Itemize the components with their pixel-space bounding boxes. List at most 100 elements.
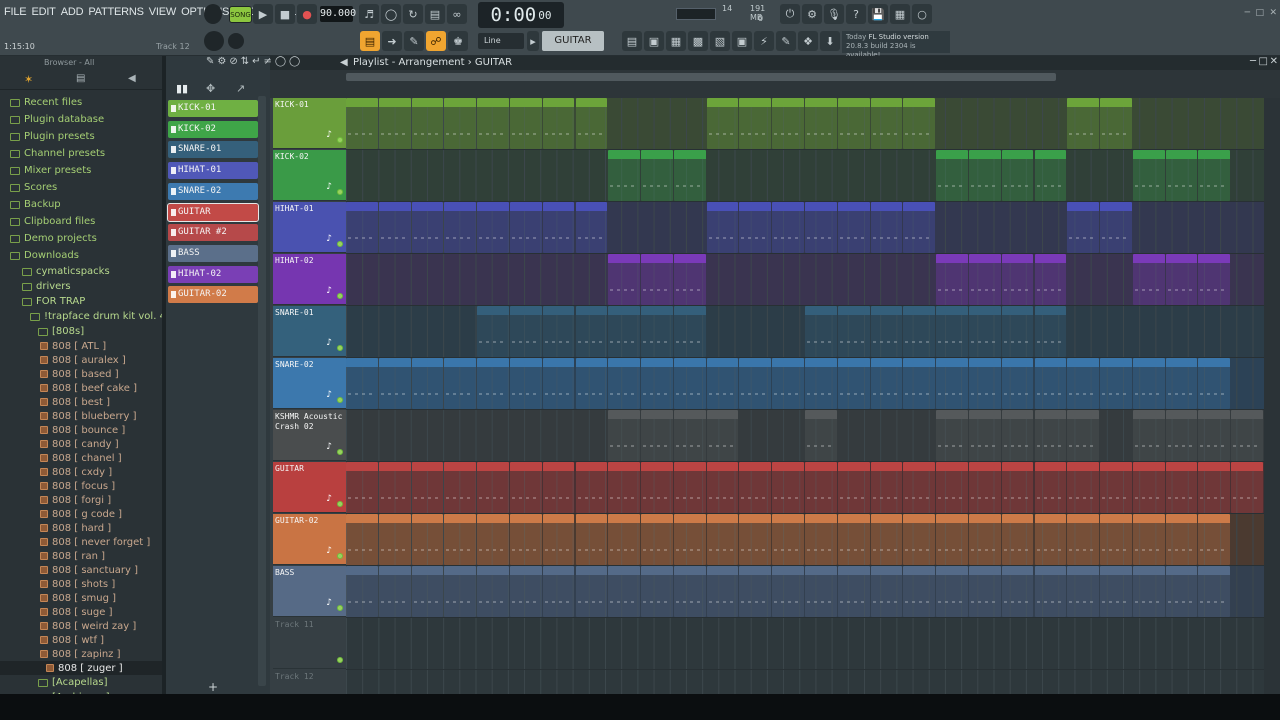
browser-item[interactable]: 808 [ forgi ] (0, 493, 162, 507)
pattern-clip[interactable]: HIH - 01 (903, 202, 936, 253)
browser-item[interactable]: Channel presets (0, 145, 162, 162)
pattern-clip[interactable]: HIH - 01 (837, 202, 870, 253)
pattern-clip[interactable]: HI (1001, 254, 1034, 305)
pattern-clip[interactable]: BASS (641, 566, 673, 617)
pattern-clip[interactable]: KI - 02 (608, 150, 641, 201)
pattern-clip[interactable]: HIH - 01 (477, 202, 509, 253)
menu-add[interactable]: ADD (61, 6, 84, 18)
pattern-clip[interactable]: GUITAR - 02 (608, 514, 641, 565)
pattern-clip[interactable]: BASS (444, 566, 477, 617)
pattern-clip[interactable]: KS - 05 (641, 410, 673, 461)
pattern-clip[interactable]: GUITAR (1067, 462, 1100, 513)
pattern-clip[interactable]: KI - 01 (444, 98, 477, 149)
pattern-clip[interactable]: GUITAR - 02 (509, 514, 542, 565)
tempo-display[interactable]: 90.000 (320, 6, 356, 22)
track-lane[interactable]: BASS BASS BASS BASS BASS BASS BASS BASS BASS BASS… (346, 566, 1264, 618)
track-mute-led[interactable] (337, 241, 343, 247)
browser-item[interactable]: 808 [ shots ] (0, 577, 162, 591)
track-lane[interactable]: SN - 02 SN - 02 SN - 02 SN - 02 SN - 02 SN - … (346, 358, 1264, 410)
pattern-clip[interactable]: KI - 02 (1034, 150, 1067, 201)
picker-pattern-icon[interactable]: ▮▮ (176, 82, 188, 95)
browser-item[interactable]: Mixer presets (0, 162, 162, 179)
pattern-clip[interactable]: GUITAR (1132, 462, 1165, 513)
pattern-clip[interactable]: HIH - 01 (378, 202, 411, 253)
track-header[interactable]: HIHAT-01 ♪ (273, 202, 346, 253)
pattern-clip[interactable]: SN - 01 (805, 306, 837, 357)
save-icon[interactable]: 💾 (868, 4, 888, 24)
pattern-clip[interactable]: KI - 02 (936, 150, 968, 201)
browser-item[interactable]: 808 [ never forget ] (0, 535, 162, 549)
playlist-maximize-icon[interactable]: □ (1259, 56, 1268, 67)
pattern-clip[interactable]: HI (1132, 254, 1165, 305)
pattern-clip[interactable]: SN - 01 (903, 306, 936, 357)
browser-item[interactable]: 808 [ cxdy ] (0, 465, 162, 479)
pattern-clip[interactable]: GUITAR - 02 (805, 514, 837, 565)
menu-file[interactable]: FILE (4, 6, 27, 18)
browser-item[interactable]: 808 [ hard ] (0, 521, 162, 535)
pattern-clip[interactable]: KS - 05 (1198, 410, 1231, 461)
browser-item[interactable]: FOR TRAP (0, 294, 162, 309)
browser-item[interactable]: Clipboard files (0, 213, 162, 230)
track-mute-led[interactable] (337, 501, 343, 507)
window-restore-icon[interactable]: □ (1255, 8, 1264, 18)
pattern-clip[interactable]: SN - 02 (1165, 358, 1198, 409)
pattern-clip[interactable]: HIH - 01 (870, 202, 903, 253)
master-pitch-knob[interactable] (228, 33, 244, 49)
pattern-clip[interactable]: HIH - 01 (772, 202, 804, 253)
menu-view[interactable]: VIEW (149, 6, 177, 18)
metronome-icon[interactable]: ♬ (359, 4, 379, 24)
browser-window-icon[interactable]: ▧ (710, 31, 730, 51)
pattern-clip[interactable]: HIH - 01 (706, 202, 739, 253)
pattern-clip[interactable]: BASS (378, 566, 411, 617)
pattern-clip[interactable]: GUITAR - 02 (870, 514, 903, 565)
pattern-clip[interactable]: GUITAR (575, 462, 608, 513)
record-button[interactable]: ● (297, 4, 317, 24)
browser-item[interactable]: [Acapellas] (0, 675, 162, 690)
playlist-scrollbar[interactable] (1264, 98, 1280, 694)
browser-item[interactable]: Recent files (0, 94, 162, 111)
browser-item[interactable]: 808 [ candy ] (0, 437, 162, 451)
pattern-clip[interactable]: GUITAR (968, 462, 1001, 513)
pattern-clip[interactable]: GUITAR - 02 (1067, 514, 1100, 565)
browser-item[interactable]: 808 [ zuger ] (0, 661, 162, 675)
track-header[interactable]: KICK-02 ♪ (273, 150, 346, 201)
play-button[interactable]: ▶ (253, 4, 273, 24)
pattern-clip[interactable]: GUITAR - 02 (444, 514, 477, 565)
pattern-clip[interactable]: BASS (1165, 566, 1198, 617)
pattern-clip[interactable]: KI - 01 (411, 98, 444, 149)
track-header[interactable]: SNARE-01 ♪ (273, 306, 346, 357)
pattern-clip[interactable]: HI (673, 254, 706, 305)
pattern-clip[interactable]: KS - 05 (706, 410, 739, 461)
track-mute-led[interactable] (337, 189, 343, 195)
pattern-clip[interactable]: SN - 02 (542, 358, 575, 409)
track-mute-led[interactable] (337, 345, 343, 351)
pattern-clip[interactable]: HI (641, 254, 673, 305)
pattern-clip[interactable]: SN - 01 (608, 306, 641, 357)
snap-selector[interactable]: Line (478, 33, 524, 49)
pattern-clip[interactable]: SN - 01 (837, 306, 870, 357)
download-icon[interactable]: ⬇ (820, 31, 840, 51)
pattern-clip[interactable]: GUITAR - 02 (903, 514, 936, 565)
channel-hihat-02[interactable]: HIHAT-02 (168, 265, 258, 283)
pattern-clip[interactable]: KI - 02 (673, 150, 706, 201)
pattern-clip[interactable]: GUITAR - 02 (968, 514, 1001, 565)
pattern-clip[interactable]: SN - 02 (1001, 358, 1034, 409)
pattern-clip[interactable]: SN - 02 (444, 358, 477, 409)
pattern-clip[interactable]: KI - 01 (477, 98, 509, 149)
pattern-clip[interactable]: GUITAR - 02 (641, 514, 673, 565)
pencil-icon[interactable]: ✎ (404, 31, 424, 51)
channel-guitar-2[interactable]: GUITAR #2 (168, 224, 258, 242)
track-lane[interactable]: HIH - 01 HIH - 01 HIH - 01 HIH - 01 HIH - 01… (346, 202, 1264, 254)
pattern-clip[interactable]: SN - 02 (1100, 358, 1132, 409)
pattern-clip[interactable]: BASS (1100, 566, 1132, 617)
track-header[interactable]: HIHAT-02 ♪ (273, 254, 346, 305)
pattern-clip[interactable]: SN - 01 (673, 306, 706, 357)
pattern-clip[interactable]: SN - 02 (608, 358, 641, 409)
channel-rack-icon[interactable]: ▣ (644, 31, 664, 51)
pattern-clip[interactable]: GUITAR (542, 462, 575, 513)
pattern-clip[interactable]: KS - 05 (1165, 410, 1198, 461)
browser-item[interactable]: 808 [ weird zay ] (0, 619, 162, 633)
pattern-clip[interactable]: SN - 02 (837, 358, 870, 409)
piano-roll-icon[interactable]: ▦ (666, 31, 686, 51)
pattern-clip[interactable]: HI (968, 254, 1001, 305)
